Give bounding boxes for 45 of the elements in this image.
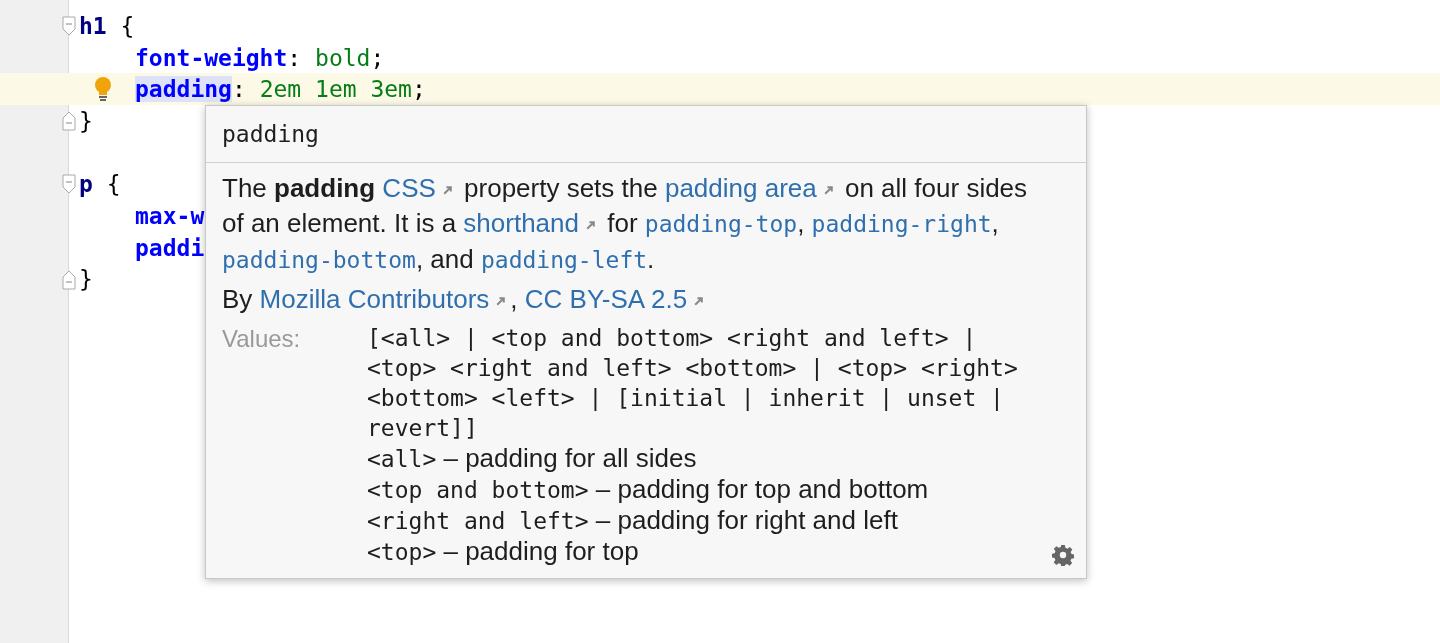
doc-link[interactable]: CC BY-SA 2.5 xyxy=(524,284,709,314)
css-value: bold xyxy=(315,44,371,71)
css-selector: p xyxy=(79,171,93,198)
doc-link[interactable]: shorthand xyxy=(463,208,600,238)
doc-link[interactable]: padding area xyxy=(664,173,838,203)
css-value: 2em 1em 3em xyxy=(259,76,412,103)
fold-marker-icon[interactable] xyxy=(62,111,76,132)
punctuation: : xyxy=(287,44,303,71)
css-selector: h1 xyxy=(79,12,107,39)
values-label: Values: xyxy=(222,324,302,354)
external-link-icon xyxy=(585,219,596,231)
punctuation: ; xyxy=(411,76,426,103)
property-link[interactable]: padding-left xyxy=(480,247,648,273)
value-description: <top> – padding for top xyxy=(367,536,640,567)
property-link[interactable]: padding-top xyxy=(644,211,798,237)
punctuation: } xyxy=(79,107,93,134)
css-property: padding xyxy=(135,76,232,103)
property-link[interactable]: padding-right xyxy=(811,211,992,237)
popup-title: padding xyxy=(222,121,319,147)
external-link-icon xyxy=(693,295,705,307)
css-property: max-w xyxy=(135,202,205,229)
settings-icon[interactable] xyxy=(1052,544,1074,566)
property-link[interactable]: padding-bottom xyxy=(222,247,416,273)
fold-marker-icon[interactable] xyxy=(62,174,76,195)
attribution-text: By Mozilla Contributors , CC BY-SA 2.5 xyxy=(222,282,1052,317)
punctuation: ; xyxy=(370,44,385,71)
value-description: <top and bottom> – padding for top and bottom xyxy=(367,474,930,505)
punctuation: } xyxy=(79,266,93,293)
css-property: font-weight xyxy=(135,44,288,71)
lightbulb-icon[interactable] xyxy=(93,76,113,103)
punctuation: { xyxy=(105,171,121,198)
value-description: <all> – padding for all sides xyxy=(367,443,698,474)
punctuation: : xyxy=(231,76,247,103)
external-link-icon xyxy=(822,184,834,196)
external-link-icon xyxy=(441,184,453,196)
fold-marker-icon[interactable] xyxy=(62,269,76,290)
description-text: The padding CSS property sets the padding area on all four sides of an element. It is a shorthand for padding-top, padding-right, padding-bottom, and padding-left. xyxy=(222,172,1029,276)
value-syntax: [<all> | <top and bottom> <right and left> | <top> <right and left> <bottom> | <top> <right> <bottom> <left> | [initial | inherit | unset | revert]] xyxy=(367,324,1019,443)
doc-link[interactable]: CSS xyxy=(382,173,457,203)
punctuation: { xyxy=(119,12,135,39)
css-property: paddi xyxy=(135,234,205,261)
doc-link[interactable]: Mozilla Contributors xyxy=(259,284,511,314)
external-link-icon xyxy=(495,295,507,307)
value-description: <right and left> – padding for right and left xyxy=(367,505,899,536)
fold-marker-icon[interactable] xyxy=(62,16,76,36)
